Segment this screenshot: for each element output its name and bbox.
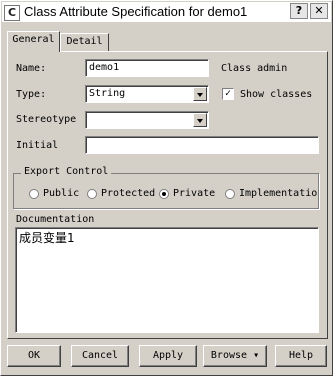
name-input[interactable]: demo1 bbox=[85, 59, 209, 77]
dialog-window: C Class Attribute Specification for demo… bbox=[0, 0, 333, 376]
cancel-button[interactable]: Cancel bbox=[71, 345, 129, 367]
apply-button[interactable]: Apply bbox=[139, 345, 197, 367]
browse-label: Browse bbox=[210, 350, 248, 361]
tab-detail[interactable]: Detail bbox=[60, 33, 109, 51]
initial-input[interactable] bbox=[85, 136, 319, 154]
show-classes-checkbox[interactable]: ✓ bbox=[222, 88, 234, 100]
class-spec-icon: C bbox=[4, 5, 20, 21]
type-select[interactable]: String bbox=[85, 85, 209, 103]
radio-public-label: Public bbox=[43, 188, 80, 199]
chevron-down-icon[interactable] bbox=[193, 87, 207, 101]
documentation-textarea[interactable]: 成员变量1 bbox=[15, 227, 319, 333]
radio-private-label: Private bbox=[173, 188, 215, 199]
type-value: String bbox=[89, 88, 126, 99]
radio-protected-label: Protected bbox=[101, 188, 155, 199]
browse-button[interactable]: Browse ▾ bbox=[203, 345, 267, 367]
class-caption: Class admin bbox=[221, 63, 288, 74]
help-title-button[interactable]: ? bbox=[290, 3, 308, 19]
show-classes-label: Show classes bbox=[240, 89, 313, 100]
radio-public[interactable] bbox=[29, 189, 39, 199]
tab-general-label: General bbox=[12, 34, 55, 45]
chevron-down-icon[interactable] bbox=[193, 113, 207, 127]
initial-label: Initial bbox=[16, 140, 59, 151]
help-button[interactable]: Help bbox=[275, 345, 327, 367]
stereotype-select[interactable] bbox=[85, 111, 209, 129]
stereotype-label: Stereotype bbox=[16, 114, 77, 125]
radio-protected[interactable] bbox=[87, 189, 97, 199]
chevron-down-icon: ▾ bbox=[253, 350, 260, 361]
radio-implementation[interactable] bbox=[225, 189, 235, 199]
tab-general[interactable]: General bbox=[7, 31, 60, 52]
documentation-label: Documentation bbox=[16, 214, 95, 225]
radio-implementation-label: Implementation bbox=[239, 188, 317, 199]
title-bar: C Class Attribute Specification for demo… bbox=[2, 2, 331, 22]
export-control-title: Export Control bbox=[21, 166, 112, 177]
window-title: Class Attribute Specification for demo1 bbox=[24, 4, 248, 19]
name-label: Name: bbox=[16, 63, 47, 74]
close-icon[interactable]: ✕ bbox=[310, 3, 328, 19]
tab-detail-label: Detail bbox=[66, 36, 103, 47]
type-label: Type: bbox=[16, 89, 47, 100]
ok-button[interactable]: OK bbox=[7, 345, 61, 367]
radio-private[interactable] bbox=[159, 189, 169, 199]
